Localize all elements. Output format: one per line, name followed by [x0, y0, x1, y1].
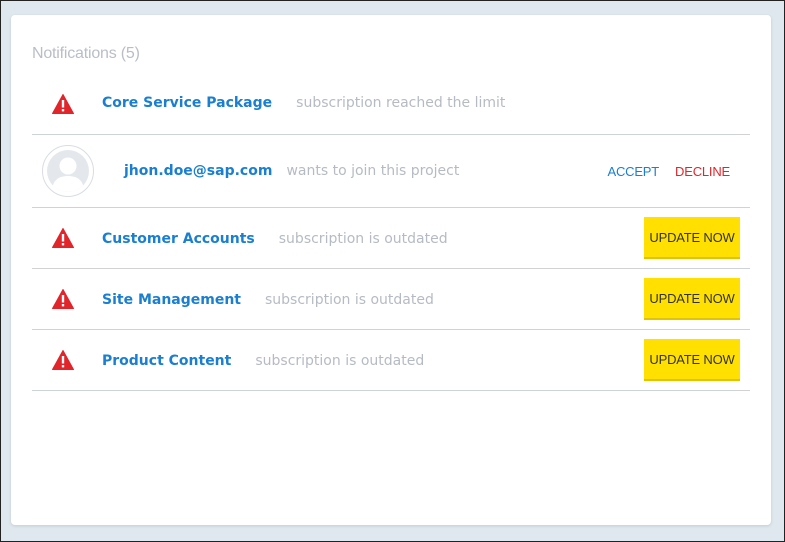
update-now-button[interactable]: UPDATE NOW [644, 217, 740, 259]
warning-icon [52, 289, 74, 309]
requester-email[interactable]: jhon.doe@sap.com wants to join this proje… [124, 163, 459, 179]
notification-title[interactable]: Core Service Package [102, 95, 272, 111]
notification-row: Customer Accounts subscription is outdate… [32, 208, 750, 269]
notification-row: Site Management subscription is outdated … [32, 269, 750, 330]
notification-list: Core Service Package subscription reached… [32, 74, 750, 391]
notification-title[interactable]: Product Content [102, 353, 231, 369]
request-description: wants to join this project [286, 163, 460, 179]
notification-title-link[interactable]: Core Service Package subscription reached… [102, 95, 505, 111]
update-now-button[interactable]: UPDATE NOW [644, 278, 740, 320]
notification-row: Core Service Package subscription reached… [32, 74, 750, 135]
notification-title[interactable]: Customer Accounts [102, 231, 255, 247]
notification-description: subscription is outdated [265, 292, 434, 308]
notification-description: subscription is outdated [255, 353, 425, 369]
notification-description: subscription reached the limit [296, 95, 506, 111]
update-now-button[interactable]: UPDATE NOW [644, 339, 740, 381]
notification-title-link[interactable]: Product Content subscription is outdated [102, 353, 424, 369]
decline-button[interactable]: DECLINE [675, 164, 730, 179]
notification-row: Product Content subscription is outdated … [32, 330, 750, 391]
avatar [42, 145, 94, 197]
warning-icon [52, 94, 74, 114]
notification-description: subscription is outdated [278, 231, 448, 247]
requester-email-text[interactable]: jhon.doe@sap.com [124, 163, 272, 179]
warning-icon [52, 228, 74, 248]
notification-title-link[interactable]: Site Management subscription is outdated [102, 292, 434, 308]
panel-title: Notifications (5) [32, 45, 140, 62]
notifications-panel: Notifications (5) Core Service Package su… [11, 15, 771, 525]
notification-title-link[interactable]: Customer Accounts subscription is outdate… [102, 231, 448, 247]
join-request-row: jhon.doe@sap.com wants to join this proje… [32, 135, 750, 208]
notification-title[interactable]: Site Management [102, 292, 241, 308]
warning-icon [52, 350, 74, 370]
accept-button[interactable]: ACCEPT [607, 164, 659, 179]
